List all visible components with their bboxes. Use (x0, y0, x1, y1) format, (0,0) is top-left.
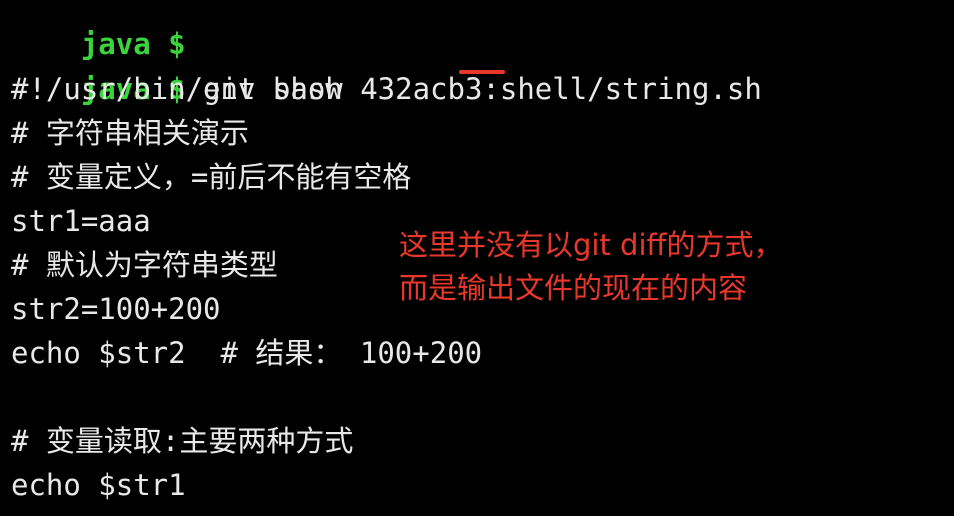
command-line: java $ git show 432acb3:shell/string.sh (11, 23, 762, 106)
output-line: str1=aaa (11, 204, 151, 238)
previous-prompt-line: java $ (11, 0, 186, 61)
output-line: # 变量读取:主要两种方式 (11, 424, 354, 458)
annotation-line-1: 这里并没有以git diff的方式， (399, 228, 783, 262)
output-line: # 默认为字符串类型 (11, 248, 278, 282)
red-underline-mark (459, 70, 505, 74)
output-line: str2=100+200 (11, 292, 221, 326)
output-line: # 变量定义，=前后不能有空格 (11, 160, 412, 194)
annotation-line-2: 而是输出文件的现在的内容 (399, 271, 748, 305)
output-line: # 字符串相关演示 (11, 116, 249, 150)
output-line: #!/usr/bin/env bash (11, 72, 343, 106)
annotation-note: 这里并没有以git diff的方式， 而是输出文件的现在的内容 (399, 224, 939, 310)
output-line: echo $str1 (11, 468, 186, 502)
output-line: echo $str2 # 结果： 100+200 (11, 336, 483, 370)
terminal-window[interactable]: java $ java $ git show 432acb3:shell/str… (0, 0, 954, 516)
